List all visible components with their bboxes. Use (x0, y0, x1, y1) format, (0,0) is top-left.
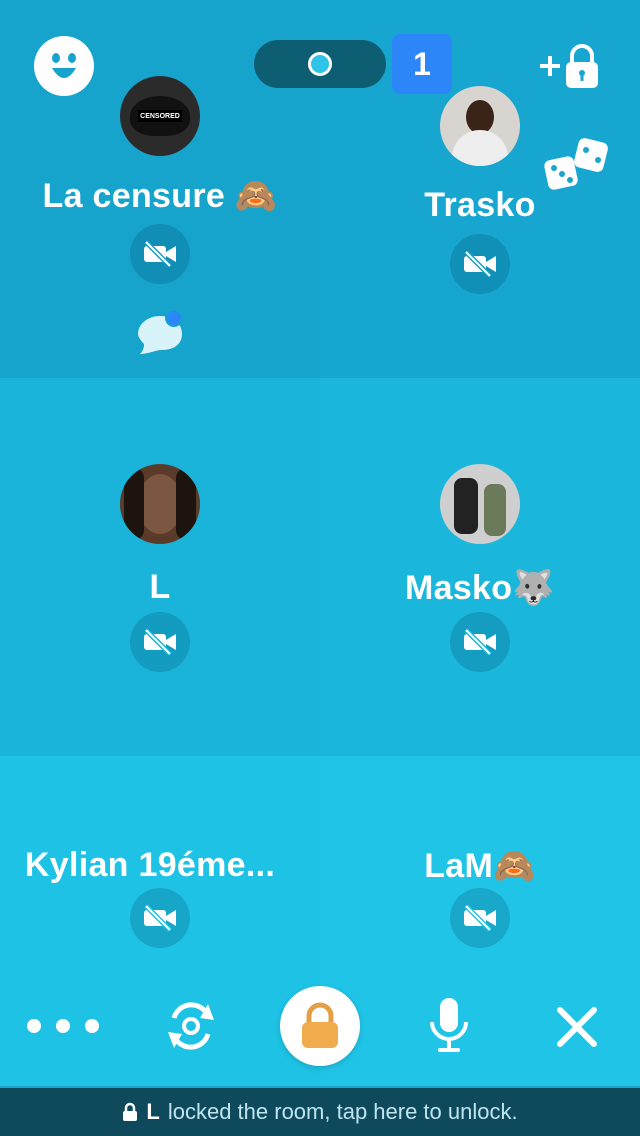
camera-off-button[interactable] (450, 888, 510, 948)
camera-off-button[interactable] (130, 224, 190, 284)
lock-room-button[interactable] (280, 986, 360, 1066)
dice-button[interactable] (542, 136, 616, 203)
camera-off-button[interactable] (130, 888, 190, 948)
microphone-icon (430, 998, 468, 1052)
camera-off-icon (144, 628, 176, 656)
flip-camera-button[interactable] (164, 996, 218, 1056)
dice-icon (544, 138, 608, 190)
lock-icon (302, 1002, 338, 1048)
camera-off-icon (464, 904, 496, 932)
avatar-censored-label: CENSORED (138, 110, 182, 122)
participant-name: L (149, 568, 171, 606)
lock-icon (123, 1102, 138, 1121)
microphone-button[interactable] (426, 996, 472, 1056)
participant-tile-3[interactable]: L (0, 378, 320, 756)
avatar[interactable] (440, 464, 520, 544)
reactions-button[interactable] (34, 36, 94, 101)
more-dots-icon (27, 1019, 99, 1033)
avatar[interactable]: CENSORED (120, 76, 200, 156)
camera-off-button[interactable] (450, 612, 510, 672)
chat-button[interactable] (136, 308, 186, 361)
add-lock-icon (540, 44, 598, 88)
close-icon (557, 1007, 597, 1047)
locked-by-user: L (146, 1099, 160, 1124)
camera-off-icon (464, 628, 496, 656)
participant-tile-5[interactable]: Kylian 19éme... (0, 756, 320, 1086)
camera-off-button[interactable] (450, 234, 510, 294)
participant-tile-4[interactable]: Masko🐺 (320, 378, 640, 756)
add-lock-button[interactable] (538, 42, 600, 95)
chat-bubble-icon (138, 309, 183, 354)
camera-off-button[interactable] (130, 612, 190, 672)
status-dot-icon (308, 52, 332, 76)
camera-off-icon (144, 240, 176, 268)
avatar[interactable] (440, 86, 520, 166)
smiley-icon (34, 36, 94, 96)
participant-name: La censure 🙈 (42, 177, 278, 215)
avatar[interactable] (120, 464, 200, 544)
room-locked-banner[interactable]: L locked the room, tap here to unlock. (0, 1088, 640, 1136)
participant-name: Masko🐺 (405, 569, 555, 607)
flip-camera-icon (168, 1002, 214, 1050)
participant-name: Kylian 19éme... (24, 846, 276, 884)
camera-off-icon (144, 904, 176, 932)
locked-message: locked the room, tap here to unlock. (167, 1099, 518, 1124)
room-status-pill[interactable] (254, 40, 386, 88)
waiting-count-badge[interactable]: 1 (392, 34, 452, 94)
more-button[interactable] (26, 1016, 100, 1036)
participant-name: LaM🙈 (424, 847, 536, 885)
camera-off-icon (464, 250, 496, 278)
close-button[interactable] (554, 1004, 600, 1050)
